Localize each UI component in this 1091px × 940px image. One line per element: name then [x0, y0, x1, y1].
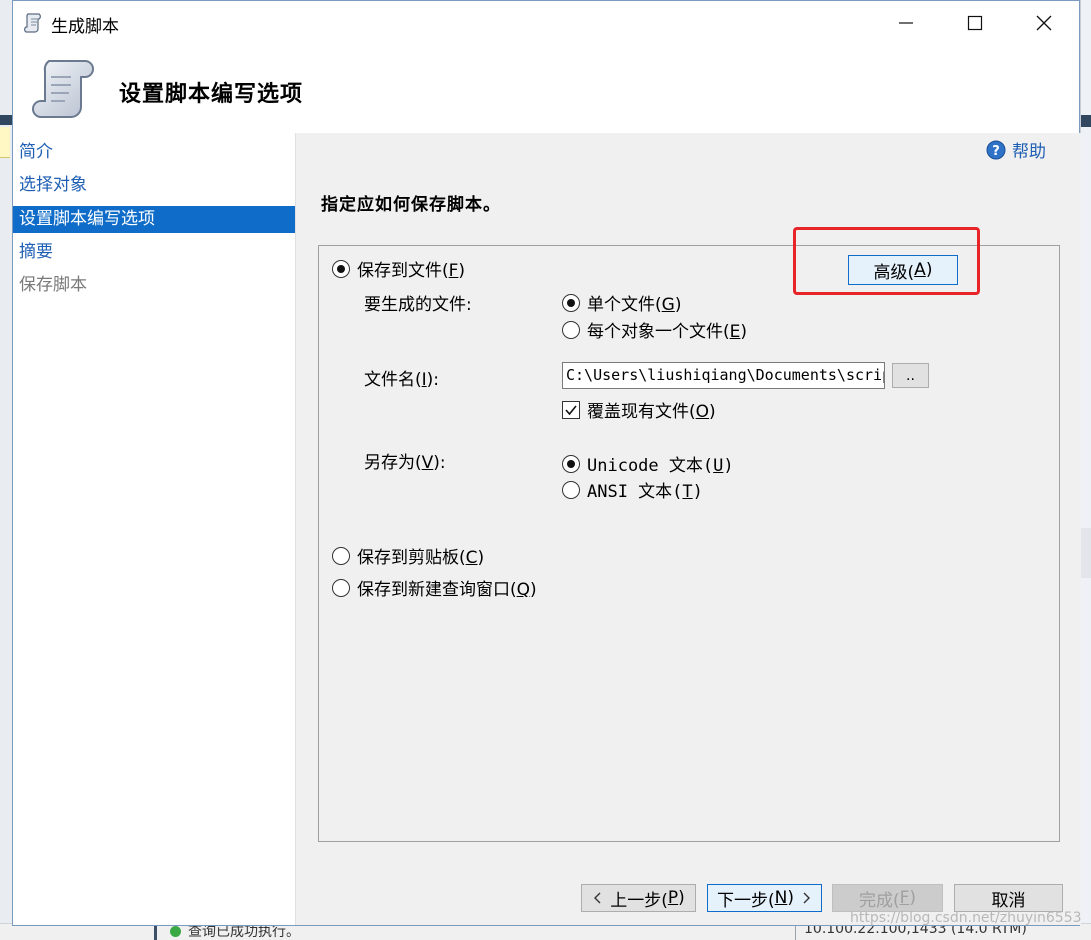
background-app-right — [1080, 0, 1091, 940]
radio-indicator — [332, 578, 350, 597]
help-link[interactable]: ? 帮助 — [986, 137, 1046, 162]
sidebar-item-scripting-options[interactable]: 设置脚本编写选项 — [13, 206, 295, 233]
status-separator — [795, 924, 796, 940]
background-dark-band — [1081, 115, 1091, 127]
maximize-button[interactable] — [946, 1, 1004, 45]
save-to-query-window-label: 保存到新建查询窗口(Q) — [357, 580, 537, 600]
chevron-right-icon — [803, 892, 810, 904]
script-scroll-icon — [24, 13, 41, 33]
radio-indicator — [562, 293, 580, 312]
wizard-steps-sidebar: 简介 选择对象 设置脚本编写选项 摘要 保存脚本 — [13, 133, 296, 925]
single-file-label: 单个文件(G) — [587, 295, 682, 315]
unicode-text-radio[interactable]: Unicode 文本(U) — [562, 451, 734, 476]
close-button[interactable] — [1015, 1, 1073, 45]
overwrite-checkbox[interactable]: 覆盖现有文件(O) — [562, 397, 716, 422]
save-to-file-radio[interactable]: 保存到文件(F) — [332, 256, 465, 281]
browse-button[interactable]: .. — [892, 363, 929, 388]
sidebar-item-choose-objects[interactable]: 选择对象 — [13, 172, 295, 199]
close-icon — [1036, 15, 1052, 31]
finish-button: 完成(F) — [832, 884, 943, 912]
wizard-header: 设置脚本编写选项 — [13, 47, 1079, 133]
file-per-object-radio[interactable]: 每个对象一个文件(E) — [562, 317, 747, 342]
chevron-left-icon — [594, 892, 601, 904]
save-to-file-label: 保存到文件(F) — [357, 261, 466, 281]
advanced-button[interactable]: 高级(A) — [848, 255, 958, 285]
instruction-text: 指定应如何保存脚本。 — [321, 195, 501, 215]
title-bar[interactable]: 生成脚本 — [13, 1, 1079, 47]
svg-text:?: ? — [992, 144, 1000, 159]
help-icon: ? — [986, 140, 1006, 159]
previous-button[interactable]: 上一步(P) — [581, 884, 696, 912]
sidebar-item-save-scripts: 保存脚本 — [19, 275, 87, 295]
file-name-input[interactable]: C:\Users\liushiqiang\Documents\script.sq… — [562, 362, 885, 389]
page-title: 设置脚本编写选项 — [119, 82, 304, 107]
help-label: 帮助 — [1012, 142, 1046, 162]
background-dark-band — [0, 115, 12, 125]
files-to-generate-label: 要生成的文件: — [364, 295, 472, 315]
save-options-group: 保存到文件(F) 高级(A) 要生成的文件: 单个文件(G) 每个对象一个文件(… — [318, 245, 1060, 842]
wizard-content: ? 帮助 指定应如何保存脚本。 保存到文件(F) 高级(A) 要生成的文件: 单… — [300, 133, 1081, 925]
single-file-radio[interactable]: 单个文件(G) — [562, 290, 681, 315]
sidebar-item-summary[interactable]: 摘要 — [13, 239, 295, 266]
ansi-text-radio[interactable]: ANSI 文本(T) — [562, 477, 703, 502]
save-to-clipboard-label: 保存到剪贴板(C) — [357, 548, 485, 568]
wizard-body: 简介 选择对象 设置脚本编写选项 摘要 保存脚本 ? 帮助 指定应如何保存脚本。… — [13, 133, 1081, 925]
minimize-button[interactable] — [877, 1, 935, 45]
watermark-text: https://blog.csdn.net/zhuyin6553 — [850, 910, 1082, 926]
radio-indicator — [562, 480, 580, 499]
radio-indicator — [562, 454, 580, 473]
radio-indicator — [562, 320, 580, 339]
save-to-query-window-radio[interactable]: 保存到新建查询窗口(Q) — [332, 575, 537, 600]
minimize-icon — [899, 22, 913, 24]
background-scroll-strip — [1081, 528, 1091, 578]
cancel-button[interactable]: 取消 — [954, 884, 1063, 912]
overwrite-label: 覆盖现有文件(O) — [587, 402, 716, 422]
status-separator — [154, 924, 157, 940]
next-button[interactable]: 下一步(N) — [707, 884, 822, 912]
script-scroll-icon — [32, 60, 94, 118]
radio-indicator — [332, 546, 350, 565]
save-to-clipboard-radio[interactable]: 保存到剪贴板(C) — [332, 543, 484, 568]
save-as-label: 另存为(V): — [364, 453, 446, 473]
unicode-text-label: Unicode 文本(U) — [587, 456, 734, 476]
file-name-label: 文件名(I): — [364, 370, 440, 390]
generate-scripts-dialog: 生成脚本 设置脚本编写选项 简介 选择对象 设置脚本编写选项 摘要 保存脚本 ?… — [12, 0, 1081, 926]
file-per-object-label: 每个对象一个文件(E) — [587, 322, 748, 342]
background-yellow-cell — [0, 127, 10, 158]
success-status-icon — [170, 926, 181, 937]
check-icon — [565, 404, 577, 415]
ansi-text-label: ANSI 文本(T) — [587, 482, 703, 502]
radio-indicator — [332, 259, 350, 278]
checkbox-indicator — [562, 400, 580, 419]
maximize-icon — [967, 15, 983, 31]
sidebar-item-intro[interactable]: 简介 — [13, 139, 295, 166]
window-title: 生成脚本 — [51, 17, 119, 37]
